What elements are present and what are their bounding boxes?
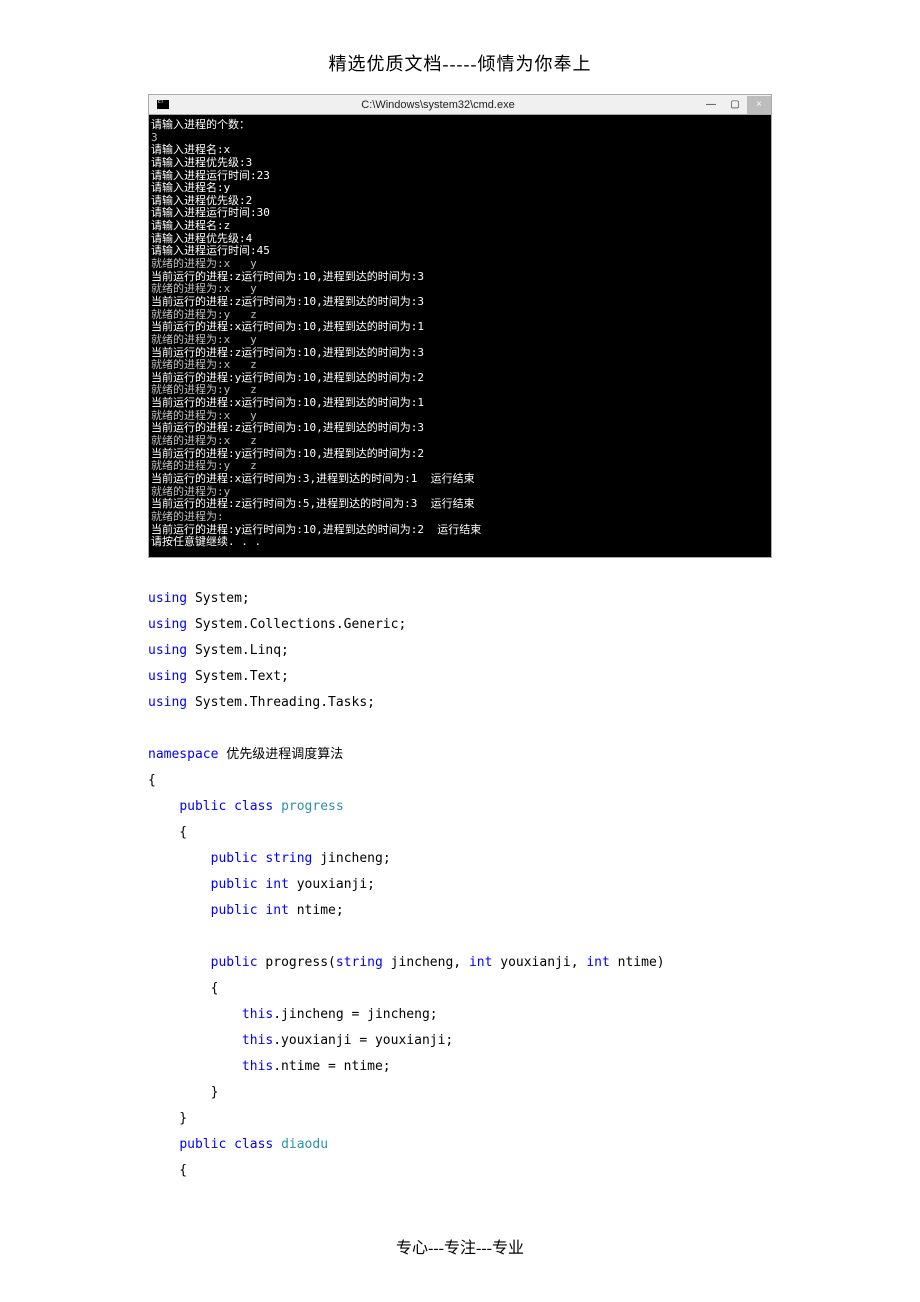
code-line: { xyxy=(148,976,772,1002)
terminal-line: 就绪的进程为:x z xyxy=(151,359,769,372)
terminal-line: 就绪的进程为: xyxy=(151,511,769,524)
code-line: public progress(string jincheng, int you… xyxy=(148,950,772,976)
terminal-line: 当前运行的进程:x运行时间为:3,进程到达的时间为:1 运行结束 xyxy=(151,473,769,486)
code-line: using System; xyxy=(148,586,772,612)
code-line: } xyxy=(148,1080,772,1106)
terminal-line: 请输入进程的个数： xyxy=(151,119,769,132)
terminal-line: 3 xyxy=(151,132,769,145)
code-line: public string jincheng; xyxy=(148,846,772,872)
code-line: using System.Threading.Tasks; xyxy=(148,690,772,716)
window-titlebar: C:\Windows\system32\cmd.exe — ▢ × xyxy=(149,95,771,115)
terminal-line: 当前运行的进程:x运行时间为:10,进程到达的时间为:1 xyxy=(151,397,769,410)
code-line: using System.Collections.Generic; xyxy=(148,612,772,638)
document-header: 精选优质文档-----倾情为你奉上 xyxy=(148,50,772,76)
code-line: namespace 优先级进程调度算法 xyxy=(148,742,772,768)
terminal-line: 当前运行的进程:x运行时间为:10,进程到达的时间为:1 xyxy=(151,321,769,334)
code-line: public int youxianji; xyxy=(148,872,772,898)
code-line: } xyxy=(148,1106,772,1132)
code-line xyxy=(148,924,772,950)
terminal-line: 请输入进程名:y xyxy=(151,182,769,195)
terminal-line: 请输入进程名:z xyxy=(151,220,769,233)
terminal-line: 当前运行的进程:z运行时间为:10,进程到达的时间为:3 xyxy=(151,296,769,309)
terminal-line: 就绪的进程为:x y xyxy=(151,258,769,271)
code-line: { xyxy=(148,1158,772,1184)
cmd-icon xyxy=(157,100,169,109)
code-line: public class diaodu xyxy=(148,1132,772,1158)
code-line: this.youxianji = youxianji; xyxy=(148,1028,772,1054)
maximize-button[interactable]: ▢ xyxy=(723,96,747,114)
terminal-line: 就绪的进程为:x z xyxy=(151,435,769,448)
minimize-button[interactable]: — xyxy=(699,96,723,114)
terminal-line: 请输入进程运行时间:23 xyxy=(151,170,769,183)
source-code: using System;using System.Collections.Ge… xyxy=(148,586,772,1184)
terminal-line: 请输入进程优先级:3 xyxy=(151,157,769,170)
code-line: this.jincheng = jincheng; xyxy=(148,1002,772,1028)
terminal-line: 当前运行的进程:z运行时间为:5,进程到达的时间为:3 运行结束 xyxy=(151,498,769,511)
terminal-line: 请按任意键继续. . . xyxy=(151,536,769,549)
terminal-line: 就绪的进程为:x y xyxy=(151,334,769,347)
terminal-output: 请输入进程的个数：3请输入进程名:x请输入进程优先级:3请输入进程运行时间:23… xyxy=(149,115,771,557)
code-line: using System.Linq; xyxy=(148,638,772,664)
cmd-window: C:\Windows\system32\cmd.exe — ▢ × 请输入进程的… xyxy=(148,94,772,558)
document-footer: 专心---专注---专业 xyxy=(148,1234,772,1258)
code-line: { xyxy=(148,820,772,846)
code-line xyxy=(148,716,772,742)
code-line: this.ntime = ntime; xyxy=(148,1054,772,1080)
code-line: using System.Text; xyxy=(148,664,772,690)
code-line: { xyxy=(148,768,772,794)
code-line: public int ntime; xyxy=(148,898,772,924)
window-title: C:\Windows\system32\cmd.exe xyxy=(177,99,699,111)
code-line: public class progress xyxy=(148,794,772,820)
close-button[interactable]: × xyxy=(747,96,771,114)
terminal-line: 请输入进程运行时间:30 xyxy=(151,207,769,220)
